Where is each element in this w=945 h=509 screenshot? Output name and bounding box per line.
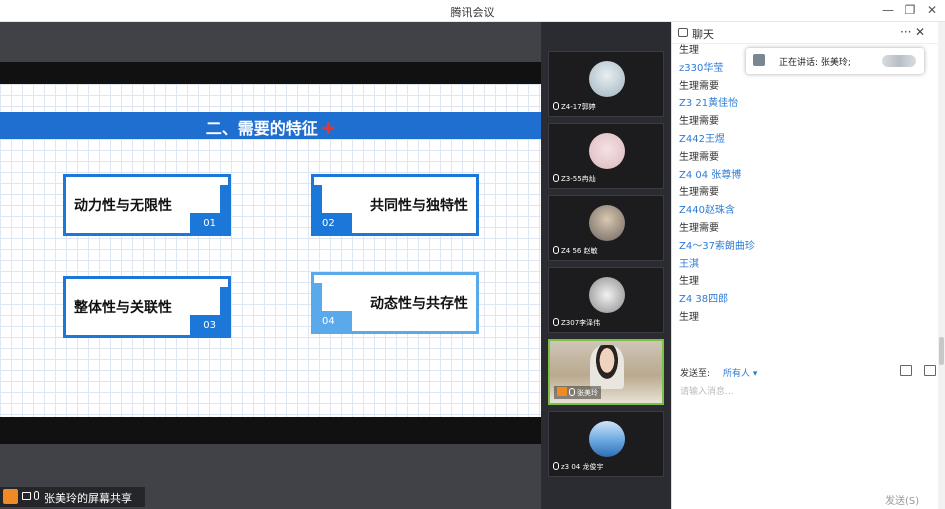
host-icon [557, 387, 567, 396]
feature-card-2: 共同性与独特性 02 [311, 174, 479, 236]
share-label: 张美玲的屏幕共享 [44, 492, 132, 505]
mic-muted-icon [553, 246, 559, 254]
chat-message: 生理需要 [679, 187, 719, 199]
participant-name: Z307李泽伟 [561, 319, 601, 327]
feature-card-3: 整体性与关联性 03 [63, 276, 231, 338]
card-number: 03 [203, 320, 216, 331]
chat-panel: 聊天 ··· ✕ 生理 z330华莹 生理需要 Z3 21黄佳怡 生理需要 Z4… [671, 22, 945, 509]
mic-muted-icon [553, 174, 559, 182]
chat-messages: 生理 z330华莹 生理需要 Z3 21黄佳怡 生理需要 Z442王煜 生理需要… [679, 42, 929, 327]
red-cross-icon: ✚ [321, 119, 336, 138]
camera-feed [590, 345, 624, 389]
avatar-mountain-icon [589, 421, 625, 457]
card-label: 共同性与独特性 [370, 198, 468, 214]
card-number: 01 [203, 218, 216, 229]
chat-message: Z4 04 张尊博 [679, 169, 742, 181]
card-label: 动态性与共存性 [370, 296, 468, 312]
chat-icon [678, 28, 688, 37]
video-tile[interactable]: Z3-55冉灿 [548, 123, 664, 189]
chat-message: 生理需要 [679, 151, 719, 163]
card-number: 04 [322, 316, 335, 327]
chat-message: Z442王煜 [679, 133, 725, 145]
chat-message: 生理 [679, 276, 699, 288]
chat-message: 生理 [679, 311, 699, 323]
mic-icon [34, 491, 39, 500]
host-icon [3, 489, 18, 504]
avatar-light-icon [589, 61, 625, 97]
chat-message: Z3 21黄佳怡 [679, 98, 739, 110]
send-to-select[interactable]: 所有人 ▾ [723, 366, 757, 379]
chat-message: Z440赵珠含 [679, 205, 735, 217]
send-to-label: 发送至: [680, 369, 711, 379]
video-tile[interactable]: Z4-17郭婷 [548, 51, 664, 117]
file-icon[interactable] [900, 365, 912, 376]
close-button[interactable]: ✕ [922, 2, 942, 18]
video-tile[interactable]: Z307李泽伟 [548, 267, 664, 333]
feature-card-4: 动态性与共存性 04 [311, 272, 479, 334]
screen-share-icon [22, 492, 31, 500]
card-label: 动力性与无限性 [74, 198, 172, 214]
participant-name: Z3-55冉灿 [561, 175, 596, 183]
chat-scrollbar[interactable] [938, 22, 945, 509]
avatar-person-icon [589, 205, 625, 241]
mic-muted-icon [553, 318, 559, 326]
mic-muted-icon [553, 462, 559, 470]
participant-name: 张美玲 [577, 389, 598, 397]
speaking-text: 正在讲话: 张美玲; [779, 58, 851, 68]
chat-message: 王淇 [679, 258, 699, 270]
mic-icon [569, 388, 575, 396]
speaker-avatar [753, 54, 765, 66]
window-title: 腾讯会议 [450, 6, 495, 19]
speaking-indicator: 正在讲话: 张美玲; [746, 48, 924, 74]
participant-name: z3 04 龙俊宇 [561, 463, 604, 471]
chat-close-icon[interactable]: ✕ [915, 25, 925, 39]
letterbox-top [0, 62, 541, 84]
scrollbar-thumb[interactable] [939, 337, 944, 365]
avatar-gray-icon [589, 277, 625, 313]
audio-wave-icon [882, 55, 916, 67]
video-tile[interactable]: z3 04 龙俊宇 [548, 411, 664, 477]
title-bar: 腾讯会议 — ❐ ✕ [0, 0, 945, 22]
restore-button[interactable]: ❐ [900, 2, 920, 18]
card-number: 02 [322, 218, 335, 229]
card-label: 整体性与关联性 [74, 300, 172, 316]
letterbox-bottom [0, 417, 541, 444]
share-status-bar: 张美玲的屏幕共享 [0, 487, 145, 507]
slide-title-banner: 二、需要的特征 ✚ [0, 112, 541, 139]
avatar-cat-icon [589, 133, 625, 169]
participant-name: Z4-17郭婷 [561, 103, 596, 111]
video-tile-active[interactable]: 张美玲 [548, 339, 664, 405]
video-tile[interactable]: Z4 56 赵敏 [548, 195, 664, 261]
send-button[interactable]: 发送(S) [885, 492, 919, 507]
screenshot-icon[interactable] [924, 365, 936, 376]
chat-message: Z4 38四郎 [679, 294, 729, 306]
chat-message: Z4～37索朗曲珍 [679, 240, 755, 252]
chat-title: 聊天 [692, 28, 714, 41]
chat-input[interactable]: 请输入消息... [680, 384, 734, 397]
chat-message: 生理需要 [679, 222, 719, 234]
chat-message: 生理需要 [679, 116, 719, 128]
minimize-button[interactable]: — [878, 2, 898, 18]
mic-muted-icon [553, 102, 559, 110]
participant-name: Z4 56 赵敏 [561, 247, 598, 255]
feature-card-1: 动力性与无限性 01 [63, 174, 231, 236]
chat-header: 聊天 ··· ✕ [672, 22, 945, 44]
more-icon[interactable]: ··· [900, 25, 911, 39]
chat-message: 生理需要 [679, 80, 719, 92]
slide-title: 二、需要的特征 [205, 119, 318, 138]
